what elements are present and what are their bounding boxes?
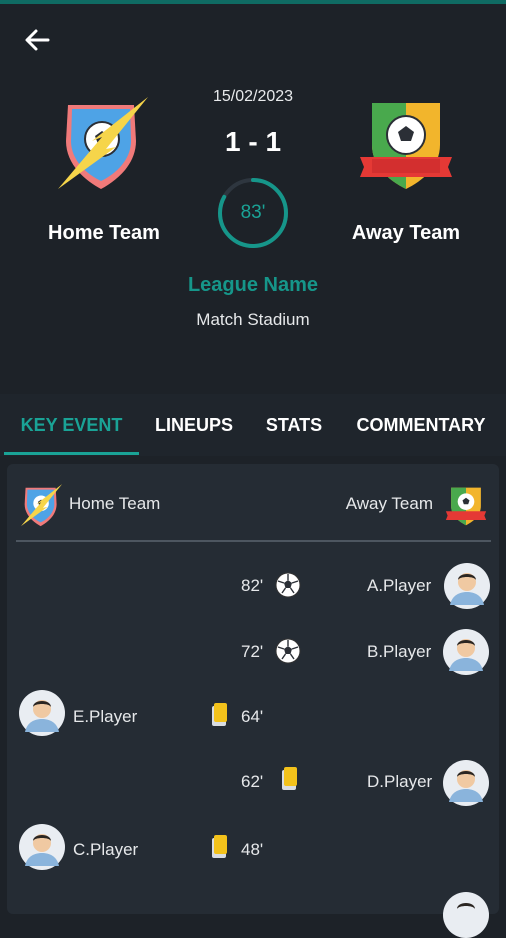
player-avatar[interactable] — [443, 760, 489, 806]
soccer-ball-icon — [275, 572, 301, 598]
event-minute: 72' — [241, 642, 264, 661]
tab-stats[interactable]: STATS — [251, 394, 337, 456]
match-date: 15/02/2023 — [212, 88, 294, 105]
player-avatar[interactable] — [443, 892, 489, 938]
away-team-crest-small-icon — [445, 487, 487, 526]
event-minute: 48' — [241, 840, 264, 859]
event-minute: 82' — [241, 576, 264, 595]
event-player-name[interactable]: E.Player — [73, 707, 137, 727]
match-score: 1 - 1 — [224, 126, 282, 157]
home-team-crest-small-icon — [21, 484, 63, 527]
away-team-name[interactable]: Away Team — [321, 222, 491, 245]
player-avatar[interactable] — [444, 563, 490, 609]
panel-divider — [16, 540, 491, 542]
event-player-name[interactable]: B.Player — [367, 642, 431, 662]
key-events-panel: Home Team Away Team 82' A.Player 72' B.P… — [7, 464, 499, 938]
player-avatar[interactable] — [19, 824, 65, 870]
tab-key-event[interactable]: KEY EVENT — [4, 394, 139, 456]
event-player-name[interactable]: D.Player — [367, 772, 432, 792]
yellow-card-icon — [212, 703, 227, 726]
home-team-name[interactable]: Home Team — [19, 222, 189, 245]
stadium-name: Match Stadium — [196, 310, 310, 329]
event-player-name[interactable]: A.Player — [367, 576, 431, 596]
tab-commentary[interactable]: COMMENTARY — [343, 394, 499, 456]
match-minute: 83' — [240, 202, 266, 223]
event-player-name[interactable]: C.Player — [73, 840, 138, 860]
yellow-card-icon — [282, 767, 297, 790]
tab-lineups[interactable]: LINEUPS — [143, 394, 245, 456]
player-avatar[interactable] — [443, 629, 489, 675]
event-minute: 62' — [241, 772, 264, 791]
yellow-card-icon — [212, 835, 227, 858]
panel-home-team-label: Home Team — [69, 494, 161, 513]
league-name[interactable]: League Name — [0, 274, 506, 297]
panel-away-team-label: Away Team — [345, 494, 433, 513]
event-minute: 64' — [241, 707, 264, 726]
soccer-ball-icon — [275, 638, 301, 664]
match-tabs: KEY EVENT LINEUPS STATS COMMENTARY — [0, 394, 506, 456]
active-tab-indicator — [4, 452, 139, 455]
player-avatar[interactable] — [19, 690, 65, 736]
